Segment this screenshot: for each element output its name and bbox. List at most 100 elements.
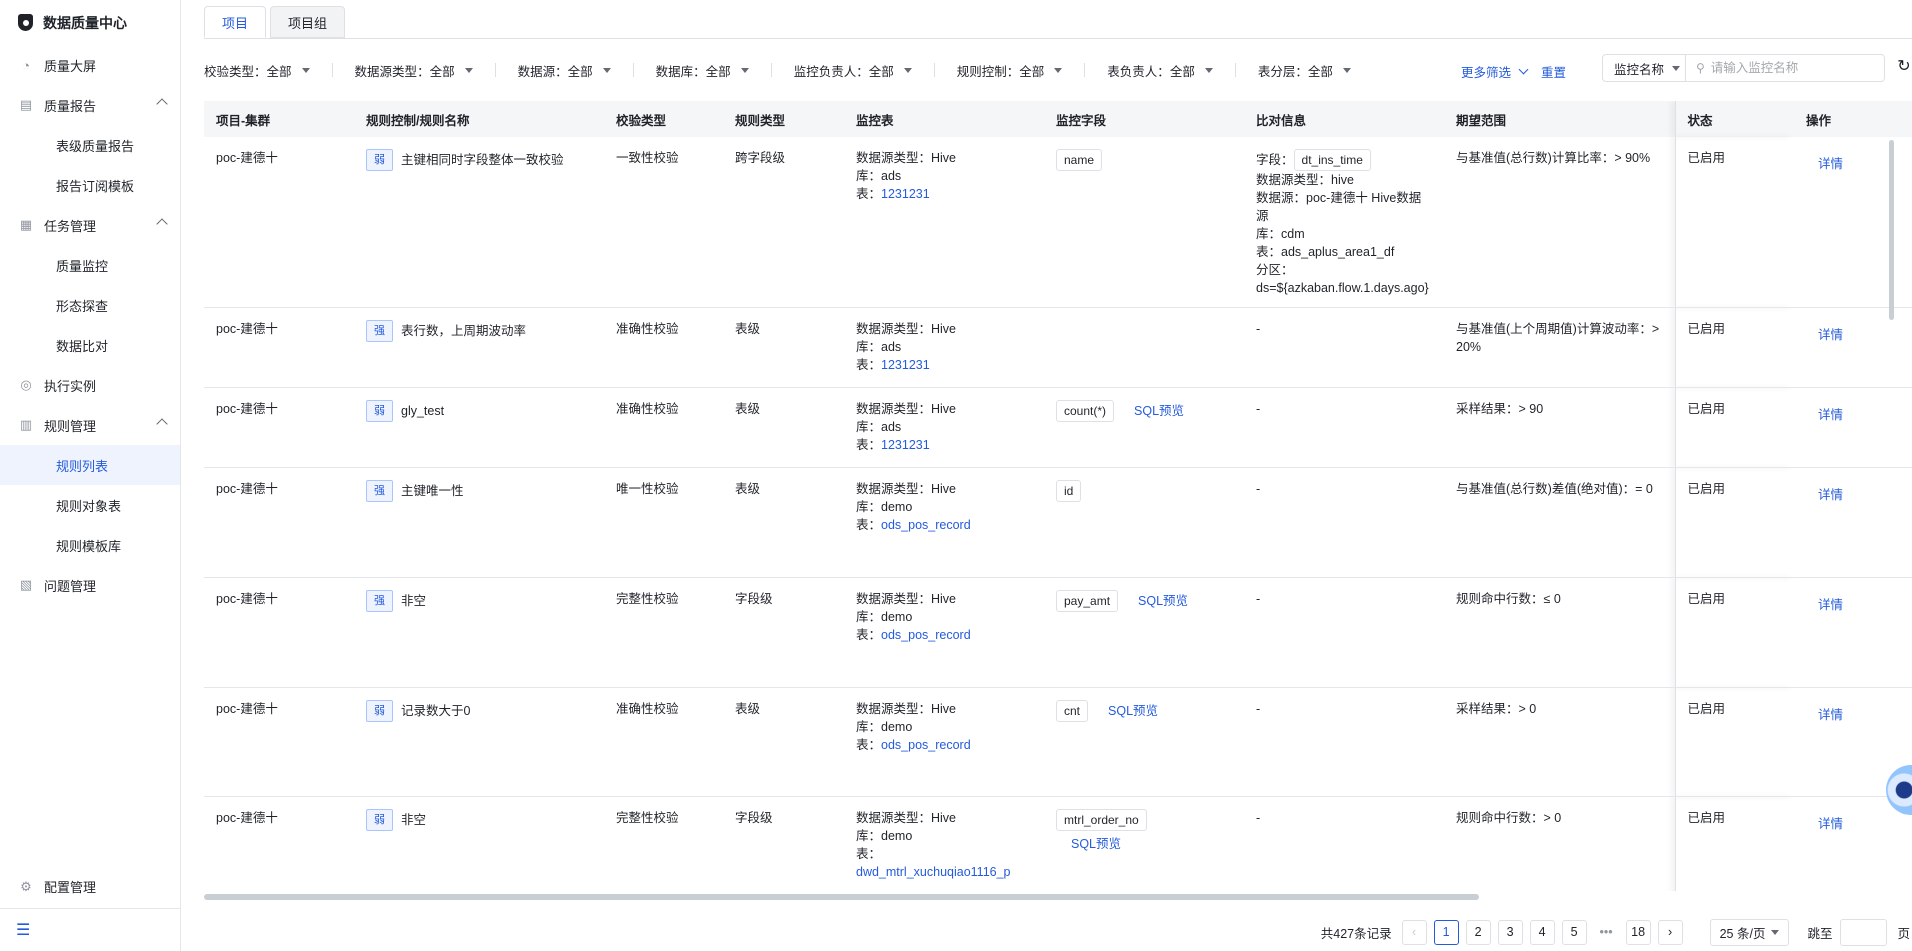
sidebar-subitem[interactable]: 规则列表 — [0, 445, 180, 485]
page-button[interactable]: 4 — [1529, 919, 1555, 945]
database-name: 库：demo — [856, 829, 913, 843]
sql-preview-link[interactable]: SQL预览 — [1134, 404, 1184, 418]
horizontal-scrollbar[interactable] — [204, 894, 1479, 900]
table-link[interactable]: 1231231 — [881, 438, 930, 452]
sidebar-item[interactable]: ▦ 任务管理 — [0, 205, 180, 245]
sidebar-item-label: 问题管理 — [44, 578, 97, 594]
table-header: 项目-集群 规则控制/规则名称 校验类型 规则类型 监控表 监控字段 比对信息 期望范围 状态操… — [204, 101, 1912, 137]
compare-info-cell: - — [1244, 577, 1444, 688]
refresh-icon[interactable]: ↻ — [1895, 58, 1912, 76]
datasource-type: 数据源类型：Hive — [856, 151, 957, 165]
compare-info-cell: - — [1244, 687, 1444, 797]
detail-link[interactable]: 详情 — [1818, 406, 1843, 424]
page-size-select[interactable]: 25 条/页 — [1709, 918, 1790, 946]
sidebar-item[interactable]: ▧ 问题管理 — [0, 565, 180, 605]
tab-bar: 项目 项目组 — [204, 6, 349, 38]
detail-link[interactable]: 详情 — [1818, 596, 1843, 614]
page-button[interactable]: 18 — [1625, 919, 1651, 945]
sidebar-subitem[interactable]: 数据比对 — [0, 325, 180, 365]
filter-select[interactable]: 表分层：全部 — [1258, 61, 1351, 80]
page-button[interactable]: 1 — [1433, 919, 1459, 945]
sql-preview-link[interactable]: SQL预览 — [1108, 704, 1158, 718]
check-type: 准确性校验 — [616, 702, 679, 716]
sql-preview-link[interactable]: SQL预览 — [1138, 594, 1188, 608]
action-cell: 详情 — [1794, 796, 1912, 891]
detail-link[interactable]: 详情 — [1818, 706, 1843, 724]
sidebar-subitem[interactable]: 形态探查 — [0, 285, 180, 325]
page-button[interactable]: 2 — [1465, 919, 1491, 945]
more-filter-button[interactable]: 更多筛选 — [1461, 62, 1529, 81]
sidebar-item-config[interactable]: ⚙ 配置管理 — [0, 865, 180, 909]
rule-name-cell: 弱 gly_test — [354, 387, 604, 468]
jump-page-input[interactable] — [1840, 918, 1888, 946]
action-cell: 详情 — [1794, 137, 1912, 308]
sidebar-item[interactable]: ▥ 规则管理 — [0, 405, 180, 445]
expect-range: 采样结果：> 0 — [1456, 702, 1537, 716]
filter-select[interactable]: 校验类型：全部 — [204, 61, 310, 80]
rule-icon: ▥ — [19, 417, 33, 432]
filter-select[interactable]: 规则控制：全部 — [957, 61, 1063, 80]
filter-select[interactable]: 数据源类型：全部 — [355, 61, 473, 80]
table-link[interactable]: ods_pos_record — [881, 518, 971, 532]
database-name: 库：ads — [856, 420, 902, 434]
rule-control-badge: 强 — [366, 320, 393, 342]
detail-link[interactable]: 详情 — [1818, 326, 1843, 344]
sidebar-item[interactable]: ◔ 质量大屏 — [0, 45, 180, 85]
prev-page-button[interactable]: ‹ — [1401, 919, 1427, 945]
table-line: 表：1231231 — [856, 185, 1032, 203]
page-button[interactable]: 3 — [1497, 919, 1523, 945]
table-label: 表： — [856, 518, 882, 532]
project-cell: poc-建德十 — [204, 796, 354, 891]
filter-select[interactable]: 数据库：全部 — [656, 61, 749, 80]
vertical-scrollbar[interactable] — [1889, 140, 1894, 320]
monitor-field-cell: mtrl_order_no SQL预览 — [1044, 796, 1244, 891]
status-text: 已启用 — [1687, 811, 1726, 825]
database-name: 库：demo — [856, 610, 913, 624]
action-cell: 详情 — [1794, 307, 1912, 388]
collapse-sidebar-button[interactable]: ☰ — [0, 909, 180, 951]
action-cell: 详情 — [1794, 387, 1912, 468]
check-type-cell: 一致性校验 — [604, 137, 723, 308]
filter-select[interactable]: 表负责人：全部 — [1107, 61, 1213, 80]
table-body: poc-建德十弱主键相同时字段整体一致校验 一致性校验 跨字段级 数据源类型：Hive… — [204, 137, 1912, 891]
tab-0[interactable]: 项目 — [204, 6, 267, 38]
rule-name: 非空 — [401, 594, 427, 608]
monitor-field-cell: pay_amt SQL预览 — [1044, 577, 1244, 688]
filter-select[interactable]: 监控负责人：全部 — [794, 61, 912, 80]
monitor-name-select[interactable]: 监控名称 — [1602, 54, 1686, 82]
table-link[interactable]: ods_pos_record — [881, 628, 971, 642]
sql-preview-link[interactable]: SQL预览 — [1071, 835, 1232, 853]
reset-button[interactable]: 重置 — [1541, 62, 1566, 81]
table-link[interactable]: ods_pos_record — [881, 738, 971, 752]
rule-type-cell: 字段级 — [723, 796, 844, 891]
table-link[interactable]: dwd_mtrl_xuchuqiao1116_p — [856, 865, 1011, 879]
tab-1[interactable]: 项目组 — [270, 6, 346, 38]
page-label: 页 — [1897, 926, 1910, 941]
sidebar-subitem[interactable]: 规则模板库 — [0, 525, 180, 565]
filter-select[interactable]: 数据源：全部 — [518, 61, 611, 80]
rule-control-badge: 强 — [366, 480, 393, 502]
sidebar-subitem[interactable]: 规则对象表 — [0, 485, 180, 525]
sidebar-subitem[interactable]: 报告订阅模板 — [0, 165, 180, 205]
field-chip: cnt — [1056, 700, 1089, 722]
sidebar-item[interactable]: ◎ 执行实例 — [0, 365, 180, 405]
caret-down-icon — [602, 67, 611, 73]
table-link[interactable]: 1231231 — [881, 187, 930, 201]
app-logo[interactable]: 数据质量中心 — [0, 0, 180, 45]
detail-link[interactable]: 详情 — [1818, 815, 1843, 833]
sidebar-subitem[interactable]: 表级质量报告 — [0, 125, 180, 165]
check-type: 准确性校验 — [616, 402, 679, 416]
sidebar-subitem[interactable]: 质量监控 — [0, 245, 180, 285]
detail-link[interactable]: 详情 — [1818, 155, 1843, 173]
page-button[interactable]: 5 — [1561, 919, 1587, 945]
search-input[interactable] — [1710, 61, 1871, 75]
sidebar-item[interactable]: ▤ 质量报告 — [0, 85, 180, 125]
compare-field-label: 字段： — [1256, 153, 1294, 167]
rule-type-cell: 表级 — [723, 687, 844, 797]
table-link[interactable]: 1231231 — [881, 358, 930, 372]
column-header: 监控表 — [844, 101, 1044, 137]
page-list: 1 2 3 4 5 ••• 18 — [1433, 919, 1658, 945]
detail-link[interactable]: 详情 — [1818, 486, 1843, 504]
table-row: poc-建德十弱非空 完整性校验 字段级 数据源类型：Hive 库：demo 表：dwd_… — [204, 796, 1912, 891]
next-page-button[interactable]: › — [1657, 919, 1683, 945]
